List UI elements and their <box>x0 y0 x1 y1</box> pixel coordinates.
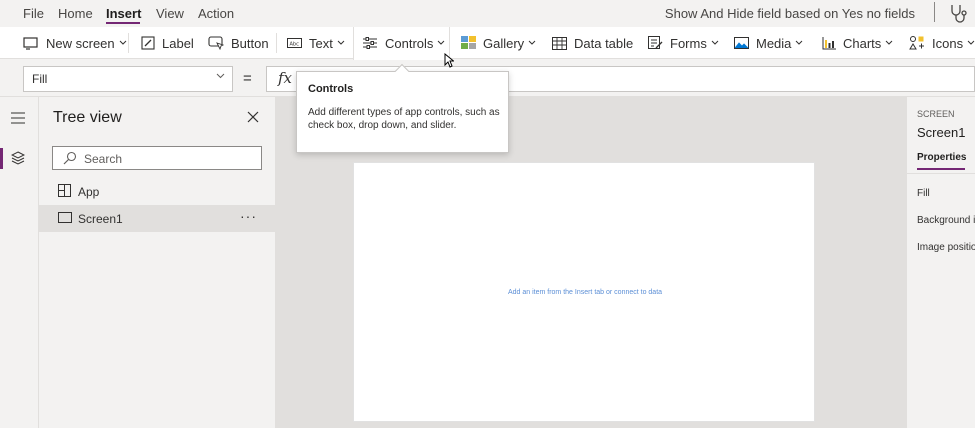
property-dropdown[interactable]: Fill <box>23 66 233 92</box>
prop-fill-label: Fill <box>917 188 930 199</box>
properties-panel: SCREEN Screen1 Properties Fill Backgroun… <box>906 97 975 428</box>
media-image-icon <box>734 36 749 49</box>
controls-tooltip: Controls Add different types of app cont… <box>296 71 509 153</box>
svg-text:Abc: Abc <box>290 42 300 48</box>
menu-action[interactable]: Action <box>198 6 234 21</box>
label-label: Label <box>162 35 194 51</box>
charts-label: Charts <box>843 35 882 51</box>
gallery-label: Gallery <box>483 35 525 51</box>
media-label: Media <box>756 35 792 51</box>
ribbon-separator <box>276 33 277 53</box>
icons-label: Icons <box>932 35 964 51</box>
menu-insert-underline <box>106 22 140 24</box>
forms-icon <box>648 36 663 49</box>
screen-icon <box>58 212 72 223</box>
charts-icon <box>822 36 836 49</box>
menu-home[interactable]: Home <box>58 6 93 21</box>
left-rail <box>0 97 39 428</box>
text-label: Text <box>309 35 333 51</box>
charts-button[interactable]: Charts <box>822 27 893 59</box>
data-table-button[interactable]: Data table <box>552 27 633 59</box>
chevron-down-icon <box>528 40 536 45</box>
icons-icon <box>909 36 924 50</box>
chevron-down-icon <box>119 40 126 45</box>
tree-node-screen1[interactable]: Screen1 ··· <box>39 205 276 232</box>
tooltip-title: Controls <box>308 83 354 95</box>
title-separator <box>934 2 935 22</box>
search-placeholder: Search <box>84 152 123 166</box>
chevron-down-icon <box>885 40 893 45</box>
icons-button[interactable]: Icons <box>909 27 975 59</box>
close-icon[interactable] <box>246 110 260 124</box>
app-checker-icon[interactable] <box>948 2 970 24</box>
fx-icon[interactable]: fx <box>278 69 292 87</box>
label-edit-icon <box>141 36 155 50</box>
controls-button[interactable]: Controls <box>362 27 445 59</box>
tooltip-body: Add different types of app controls, suc… <box>308 107 500 131</box>
mouse-cursor-icon <box>444 53 454 68</box>
app-screen-canvas[interactable]: Add an item from the Insert tab or conne… <box>353 162 815 422</box>
tree-view-title: Tree view <box>53 109 122 126</box>
chevron-down-icon <box>967 40 975 45</box>
rail-active-indicator <box>0 148 3 169</box>
tree-node-app[interactable]: App <box>39 178 276 204</box>
media-button[interactable]: Media <box>734 27 803 59</box>
controls-sliders-icon <box>363 37 377 49</box>
ribbon-separator <box>128 33 129 53</box>
chevron-down-icon <box>438 40 445 45</box>
divider <box>907 173 975 174</box>
tree-search-input[interactable]: Search <box>52 146 262 170</box>
data-table-icon <box>552 36 567 50</box>
app-icon <box>58 184 71 197</box>
tab-properties-underline <box>917 168 965 170</box>
canvas-hint-link[interactable]: Add an item from the Insert tab or conne… <box>354 289 816 296</box>
button-label: Button <box>231 35 269 51</box>
chevron-down-icon <box>337 40 345 45</box>
menu-view[interactable]: View <box>156 6 184 21</box>
data-table-label: Data table <box>574 35 634 51</box>
tree-node-screen1-label: Screen1 <box>78 212 123 226</box>
button-button[interactable]: Button <box>208 27 269 59</box>
more-options-icon[interactable]: ··· <box>240 208 257 224</box>
new-screen-button[interactable]: New screen <box>23 27 127 59</box>
gallery-icon <box>461 36 476 49</box>
chevron-down-icon <box>216 73 225 79</box>
property-dropdown-value: Fill <box>32 72 48 86</box>
tree-node-app-label: App <box>78 185 100 199</box>
new-screen-icon <box>23 37 38 50</box>
new-screen-label: New screen <box>46 35 115 51</box>
chevron-down-icon <box>796 40 803 45</box>
props-type-label: SCREEN <box>917 109 955 119</box>
tab-properties[interactable]: Properties <box>917 152 966 163</box>
hamburger-menu-icon[interactable] <box>11 112 25 124</box>
prop-background-image-label: Background i <box>917 215 975 226</box>
button-icon <box>208 36 224 50</box>
gallery-button[interactable]: Gallery <box>461 27 536 59</box>
chevron-down-icon <box>711 40 719 45</box>
forms-label: Forms <box>670 35 707 51</box>
menu-file[interactable]: File <box>23 6 44 21</box>
equals-sign: = <box>243 70 252 87</box>
app-title: Show And Hide field based on Yes no fiel… <box>664 6 915 21</box>
prop-image-position-label: Image positio <box>917 242 975 253</box>
text-button[interactable]: Abc Text <box>287 27 345 59</box>
text-input-icon: Abc <box>287 38 302 48</box>
search-icon <box>63 151 77 165</box>
controls-label: Controls <box>385 35 434 51</box>
forms-button[interactable]: Forms <box>648 27 719 59</box>
label-button[interactable]: Label <box>141 27 194 59</box>
props-control-name: Screen1 <box>917 125 966 140</box>
menu-bar: File Home Insert View Action Show And Hi… <box>0 0 975 27</box>
menu-insert[interactable]: Insert <box>106 6 141 21</box>
tree-view-layers-icon[interactable] <box>11 151 25 165</box>
